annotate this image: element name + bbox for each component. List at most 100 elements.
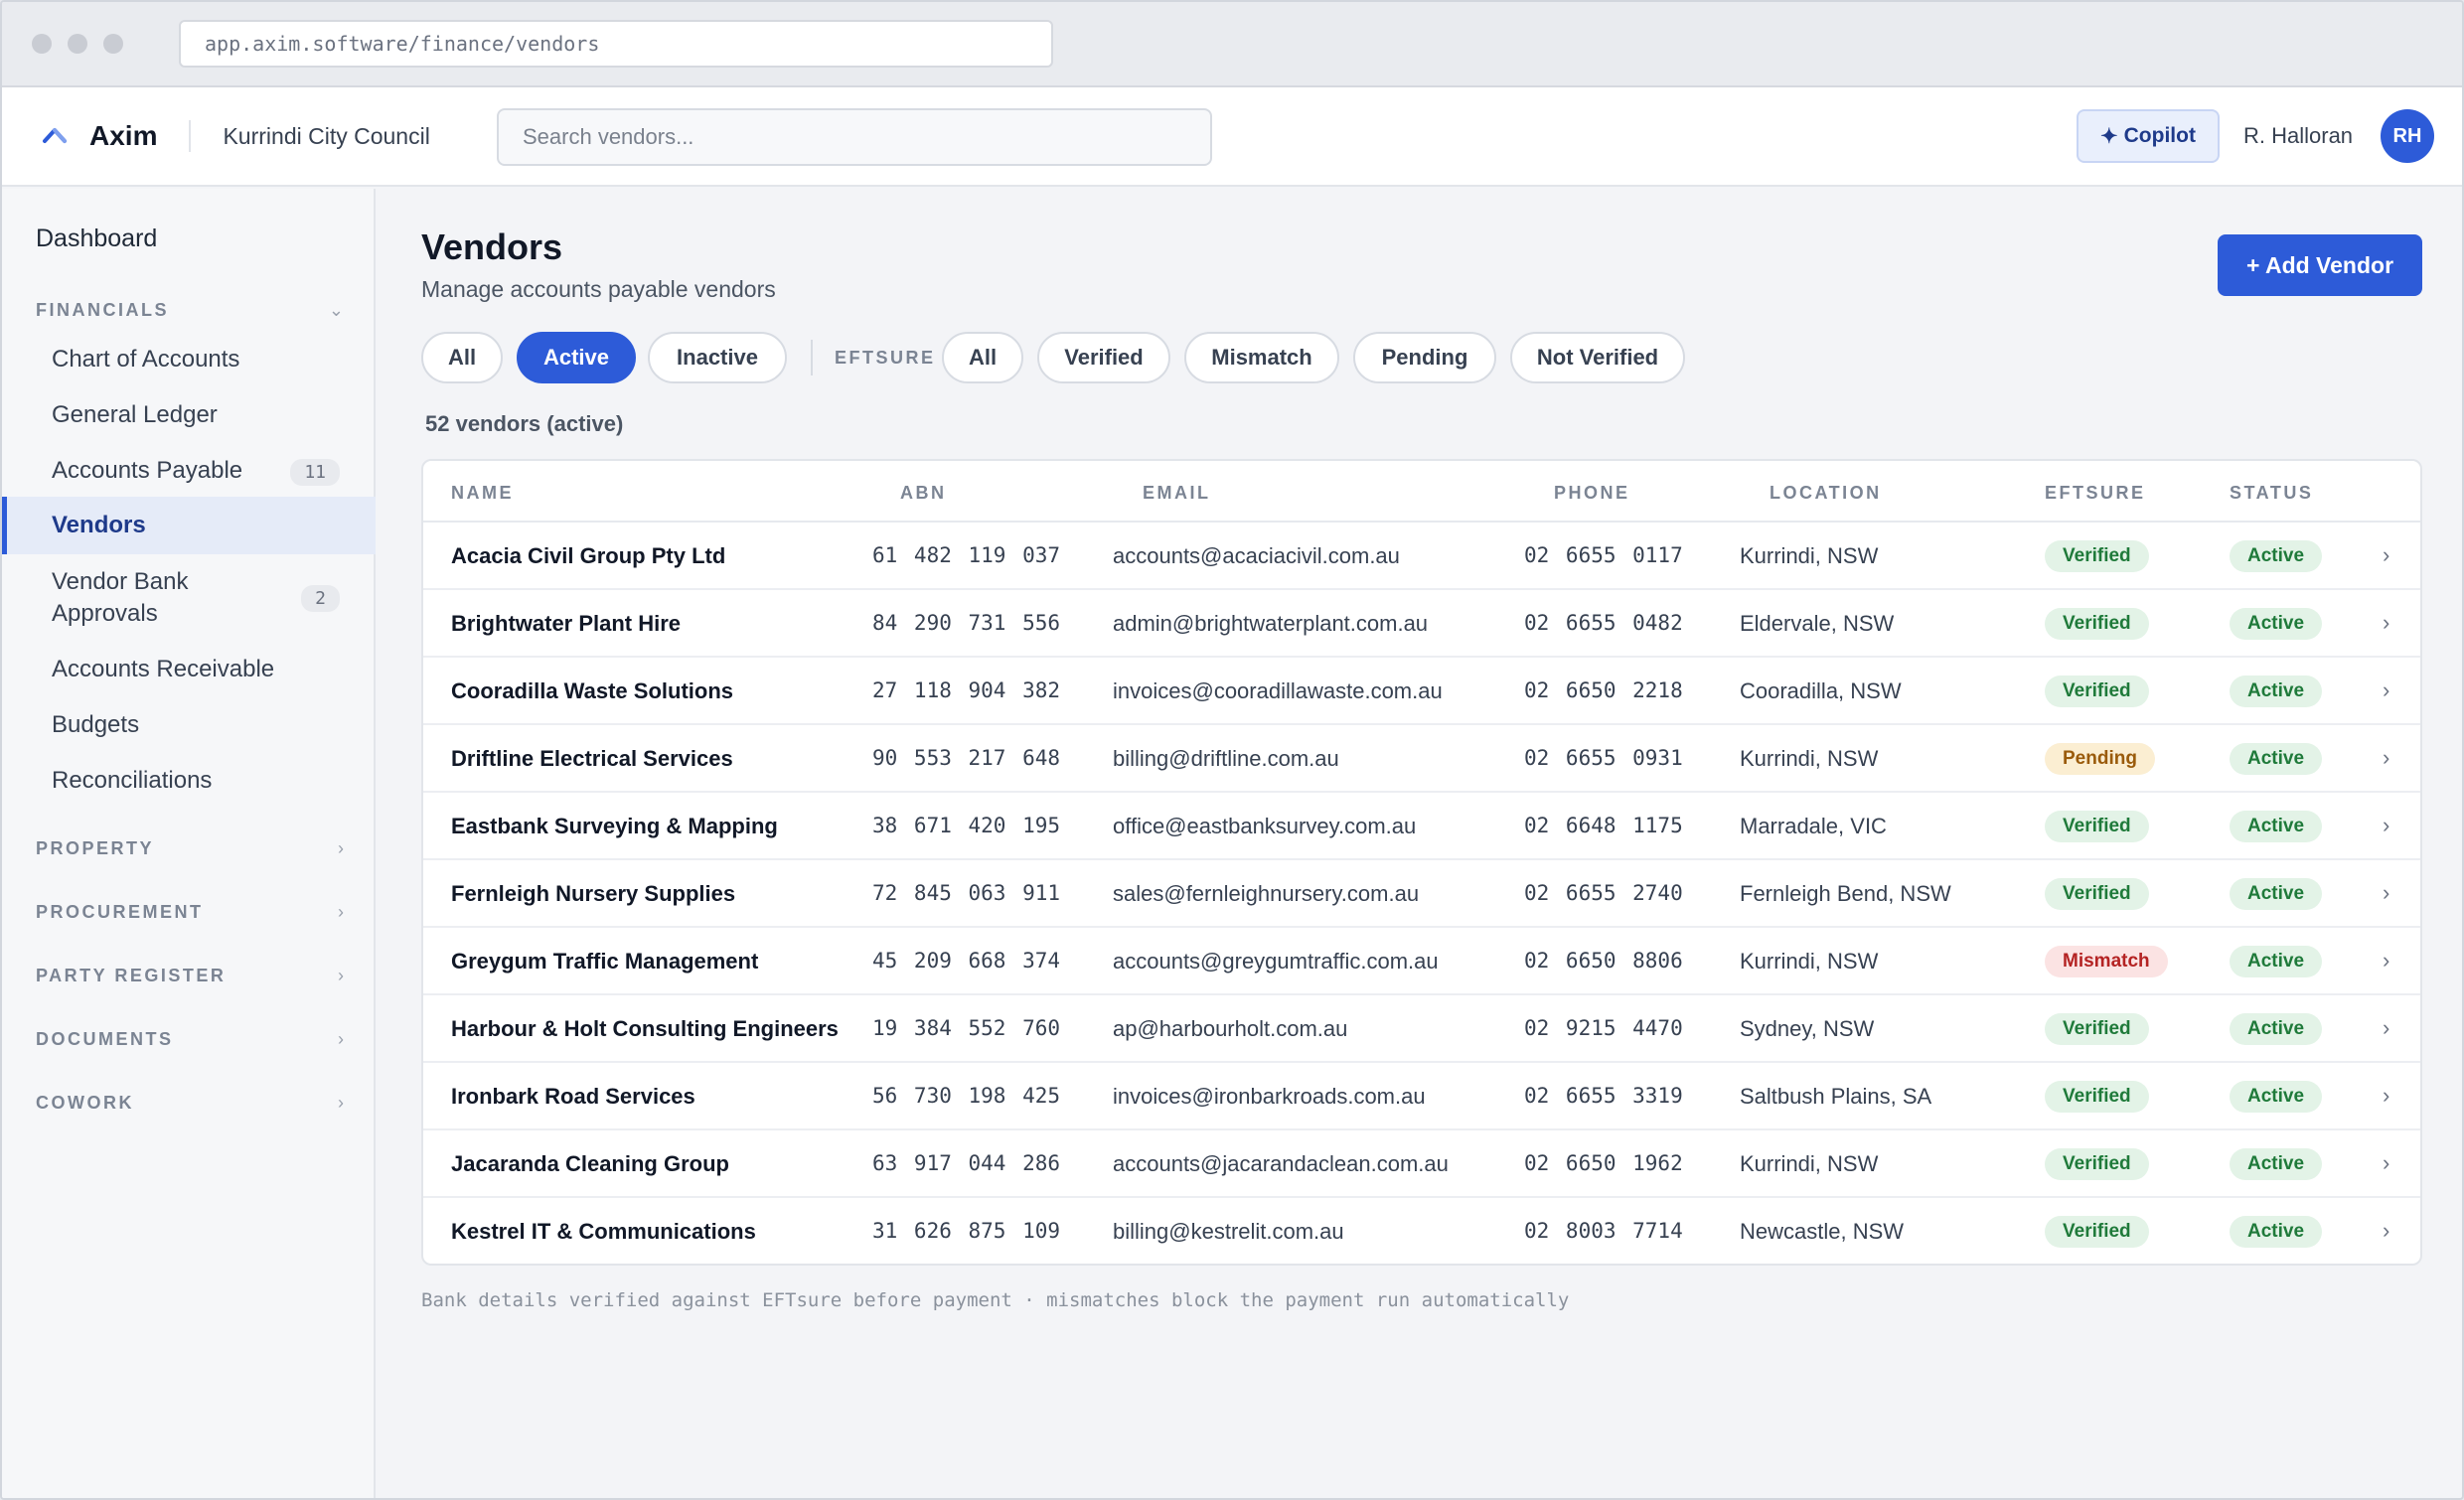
filter-eftsure-mismatch[interactable]: Mismatch bbox=[1184, 332, 1339, 383]
vendor-location: Kurrindi, NSW bbox=[1740, 543, 1879, 568]
filter-eftsure-pending[interactable]: Pending bbox=[1353, 332, 1496, 383]
sidebar-item-reconciliations[interactable]: Reconciliations bbox=[52, 765, 340, 797]
vendor-phone: 02 6655 3319 bbox=[1524, 1084, 1683, 1108]
table-body: Acacia Civil Group Pty Ltd 61 482 119 037… bbox=[423, 523, 2420, 1264]
column-header-email[interactable]: EMAIL bbox=[1143, 483, 1211, 504]
sidebar-item-accounts-receivable[interactable]: Accounts Receivable bbox=[52, 654, 340, 685]
table-row[interactable]: Cooradilla Waste Solutions 27 118 904 382… bbox=[423, 658, 2420, 725]
eftsure-status-badge: Verified bbox=[2045, 608, 2149, 640]
copilot-button[interactable]: ✦ Copilot bbox=[2077, 109, 2220, 163]
app-header: Axim Kurrindi City Council ✦ Copilot R. … bbox=[2, 87, 2462, 187]
table-row[interactable]: Driftline Electrical Services 90 553 217 … bbox=[423, 725, 2420, 793]
accounts-payable-count-badge: 11 bbox=[290, 459, 340, 486]
organization-name[interactable]: Kurrindi City Council bbox=[223, 123, 429, 150]
column-header-phone[interactable]: PHONE bbox=[1554, 483, 1630, 504]
vendor-name[interactable]: Driftline Electrical Services bbox=[451, 746, 733, 772]
browser-window: app.axim.software/finance/vendors Axim K… bbox=[0, 0, 2464, 1500]
column-header-eftsure[interactable]: EFTSURE bbox=[2045, 483, 2146, 504]
add-vendor-button[interactable]: + Add Vendor bbox=[2218, 234, 2422, 296]
chevron-right-icon[interactable]: › bbox=[2383, 880, 2389, 906]
eftsure-status-badge: Verified bbox=[2045, 1013, 2149, 1045]
vendor-email: admin@brightwaterplant.com.au bbox=[1113, 611, 1429, 636]
sidebar-item-budgets[interactable]: Budgets bbox=[52, 709, 340, 741]
chevron-right-icon[interactable]: › bbox=[2383, 1150, 2389, 1176]
user-name[interactable]: R. Halloran bbox=[2243, 123, 2353, 149]
filter-eftsure-all[interactable]: All bbox=[942, 332, 1023, 383]
table-row[interactable]: Brightwater Plant Hire 84 290 731 556 admi… bbox=[423, 590, 2420, 658]
main-content: Vendors Manage accounts payable vendors … bbox=[378, 189, 2462, 1498]
column-header-abn[interactable]: ABN bbox=[900, 483, 947, 504]
vendor-name[interactable]: Fernleigh Nursery Supplies bbox=[451, 881, 735, 907]
window-maximize-dot[interactable] bbox=[103, 34, 123, 54]
column-header-status[interactable]: STATUS bbox=[2230, 483, 2313, 504]
table-row[interactable]: Harbour & Holt Consulting Engineers 19 38… bbox=[423, 995, 2420, 1063]
avatar[interactable]: RH bbox=[2381, 109, 2434, 163]
vendor-name[interactable]: Harbour & Holt Consulting Engineers bbox=[451, 1016, 839, 1042]
column-header-location[interactable]: LOCATION bbox=[1770, 483, 1882, 504]
vendor-email: invoices@ironbarkroads.com.au bbox=[1113, 1084, 1426, 1109]
vendor-name[interactable]: Eastbank Surveying & Mapping bbox=[451, 814, 778, 839]
vendor-name[interactable]: Greygum Traffic Management bbox=[451, 949, 758, 975]
sidebar-item-general-ledger[interactable]: General Ledger bbox=[52, 399, 340, 431]
eftsure-footnote: Bank details verified against EFTsure be… bbox=[421, 1289, 1570, 1311]
filter-eftsure-not-verified[interactable]: Not Verified bbox=[1510, 332, 1685, 383]
vendor-name[interactable]: Ironbark Road Services bbox=[451, 1084, 695, 1110]
eftsure-filter-label: EFTSURE bbox=[835, 348, 936, 368]
sidebar-section-property[interactable]: PROPERTY › bbox=[36, 838, 344, 859]
vendor-abn: 19 384 552 760 bbox=[872, 1016, 1061, 1040]
table-row[interactable]: Kestrel IT & Communications 31 626 875 10… bbox=[423, 1198, 2420, 1264]
table-row[interactable]: Ironbark Road Services 56 730 198 425 invo… bbox=[423, 1063, 2420, 1130]
table-row[interactable]: Jacaranda Cleaning Group 63 917 044 286 ac… bbox=[423, 1130, 2420, 1198]
vendor-email: accounts@acaciacivil.com.au bbox=[1113, 543, 1400, 568]
vendor-name[interactable]: Acacia Civil Group Pty Ltd bbox=[451, 543, 725, 569]
vendor-name[interactable]: Jacaranda Cleaning Group bbox=[451, 1151, 729, 1177]
table-row[interactable]: Eastbank Surveying & Mapping 38 671 420 1… bbox=[423, 793, 2420, 860]
chevron-right-icon[interactable]: › bbox=[2383, 610, 2389, 636]
vendor-name[interactable]: Brightwater Plant Hire bbox=[451, 611, 681, 637]
chevron-right-icon[interactable]: › bbox=[2383, 1083, 2389, 1109]
chevron-right-icon[interactable]: › bbox=[2383, 677, 2389, 703]
window-close-dot[interactable] bbox=[32, 34, 52, 54]
vendor-phone: 02 6650 1962 bbox=[1524, 1151, 1683, 1175]
sidebar-item-label: Accounts Payable bbox=[52, 457, 243, 484]
table-row[interactable]: Greygum Traffic Management 45 209 668 374… bbox=[423, 928, 2420, 995]
vendor-email: office@eastbanksurvey.com.au bbox=[1113, 814, 1417, 838]
table-row[interactable]: Fernleigh Nursery Supplies 72 845 063 911… bbox=[423, 860, 2420, 928]
search-input[interactable] bbox=[497, 108, 1212, 166]
status-badge: Active bbox=[2230, 811, 2323, 842]
chevron-right-icon[interactable]: › bbox=[2383, 542, 2389, 568]
sidebar-section-procurement[interactable]: PROCUREMENT › bbox=[36, 902, 344, 923]
sidebar-section-financials[interactable]: FINANCIALS ⌄ bbox=[36, 300, 344, 321]
window-minimize-dot[interactable] bbox=[68, 34, 87, 54]
filter-eftsure-verified[interactable]: Verified bbox=[1037, 332, 1170, 383]
vendor-phone: 02 6648 1175 bbox=[1524, 814, 1683, 837]
address-bar[interactable]: app.axim.software/finance/vendors bbox=[179, 20, 1053, 68]
sidebar-section-documents[interactable]: DOCUMENTS › bbox=[36, 1029, 344, 1050]
vendor-location: Cooradilla, NSW bbox=[1740, 678, 1902, 703]
filter-status-all[interactable]: All bbox=[421, 332, 503, 383]
chevron-right-icon[interactable]: › bbox=[2383, 1015, 2389, 1041]
filter-status-inactive[interactable]: Inactive bbox=[648, 332, 787, 383]
vendor-abn: 90 553 217 648 bbox=[872, 746, 1061, 770]
column-header-name[interactable]: NAME bbox=[451, 483, 514, 504]
table-row[interactable]: Acacia Civil Group Pty Ltd 61 482 119 037… bbox=[423, 523, 2420, 590]
sidebar-item-vendor-bank-approvals[interactable]: Vendor Bank Approvals bbox=[52, 566, 250, 630]
chevron-right-icon[interactable]: › bbox=[2383, 948, 2389, 974]
app-logo[interactable]: Axim bbox=[42, 120, 157, 152]
sidebar-section-party-register[interactable]: PARTY REGISTER › bbox=[36, 966, 344, 986]
vendor-name[interactable]: Cooradilla Waste Solutions bbox=[451, 678, 733, 704]
chevron-right-icon[interactable]: › bbox=[2383, 745, 2389, 771]
sidebar-item-chart-of-accounts[interactable]: Chart of Accounts bbox=[52, 344, 340, 375]
sidebar-item-vendors[interactable]: Vendors bbox=[52, 510, 340, 541]
vendor-bank-approvals-count-badge: 2 bbox=[301, 585, 340, 612]
chevron-right-icon[interactable]: › bbox=[2383, 813, 2389, 838]
eftsure-status-badge: Verified bbox=[2045, 1216, 2149, 1248]
sidebar-section-label: COWORK bbox=[36, 1093, 134, 1113]
sidebar-section-cowork[interactable]: COWORK › bbox=[36, 1093, 344, 1114]
sidebar-item-dashboard[interactable]: Dashboard bbox=[36, 225, 157, 253]
chevron-right-icon[interactable]: › bbox=[2383, 1218, 2389, 1244]
vendor-count: 52 vendors (active) bbox=[425, 411, 624, 436]
filter-status-active[interactable]: Active bbox=[517, 332, 636, 383]
vendor-location: Fernleigh Bend, NSW bbox=[1740, 881, 1951, 906]
vendor-name[interactable]: Kestrel IT & Communications bbox=[451, 1219, 756, 1245]
